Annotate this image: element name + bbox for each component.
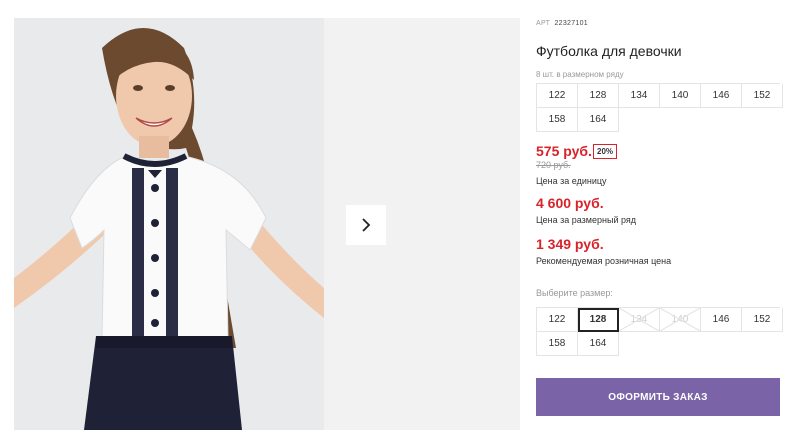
unit-price: 575 руб. bbox=[536, 143, 592, 159]
gallery-next-button[interactable] bbox=[346, 205, 386, 245]
pack-size-cell: 152 bbox=[742, 84, 783, 108]
pack-size-cell: 164 bbox=[578, 108, 619, 132]
top-strip bbox=[0, 0, 520, 18]
product-info: АРТ 22327101 Футболка для девочки 8 шт. … bbox=[536, 0, 800, 430]
pack-quantity-note: 8 шт. в размерном ряду bbox=[536, 70, 624, 79]
size-option[interactable]: 146 bbox=[701, 308, 742, 332]
pack-size-cell: 128 bbox=[578, 84, 619, 108]
retail-price: 1 349 руб. bbox=[536, 236, 604, 252]
pack-size-cell: 122 bbox=[537, 84, 578, 108]
size-option[interactable]: 122 bbox=[537, 308, 578, 332]
retail-price-caption: Рекомендуемая розничная цена bbox=[536, 256, 672, 266]
article-label: АРТ bbox=[536, 20, 551, 27]
size-option-unavailable: 134 bbox=[619, 308, 660, 332]
article-line: АРТ 22327101 bbox=[536, 20, 588, 27]
size-option-selected[interactable]: 128 bbox=[578, 308, 619, 332]
pack-size-cell: 134 bbox=[619, 84, 660, 108]
discount-badge: 20% bbox=[593, 144, 618, 159]
pack-size-cell: 140 bbox=[660, 84, 701, 108]
unit-price-caption: Цена за единицу bbox=[536, 176, 607, 186]
series-price-caption: Цена за размерный ряд bbox=[536, 215, 637, 225]
crossed-out-icon bbox=[660, 308, 700, 331]
pack-size-cell: 158 bbox=[537, 108, 578, 132]
pack-size-grid: 122 128 134 140 146 152 158 164 bbox=[536, 83, 783, 132]
size-select-label: Выберите размер: bbox=[536, 288, 613, 298]
size-option[interactable]: 164 bbox=[578, 332, 619, 356]
size-option[interactable]: 158 bbox=[537, 332, 578, 356]
series-price: 4 600 руб. bbox=[536, 195, 604, 211]
chevron-right-icon bbox=[362, 218, 371, 232]
crossed-out-icon bbox=[619, 308, 659, 331]
size-selector: 122 128 134 140 146 152 158 164 bbox=[536, 307, 783, 356]
product-photo-illustration bbox=[14, 18, 324, 430]
product-gallery bbox=[0, 18, 520, 430]
product-photo[interactable] bbox=[14, 18, 324, 430]
size-option-unavailable: 140 bbox=[660, 308, 701, 332]
pack-size-cell: 146 bbox=[701, 84, 742, 108]
article-number: 22327101 bbox=[554, 20, 588, 27]
old-price: 720 руб. bbox=[536, 160, 571, 170]
product-title: Футболка для девочки bbox=[536, 43, 682, 59]
size-option[interactable]: 152 bbox=[742, 308, 783, 332]
place-order-button[interactable]: ОФОРМИТЬ ЗАКАЗ bbox=[536, 378, 780, 416]
